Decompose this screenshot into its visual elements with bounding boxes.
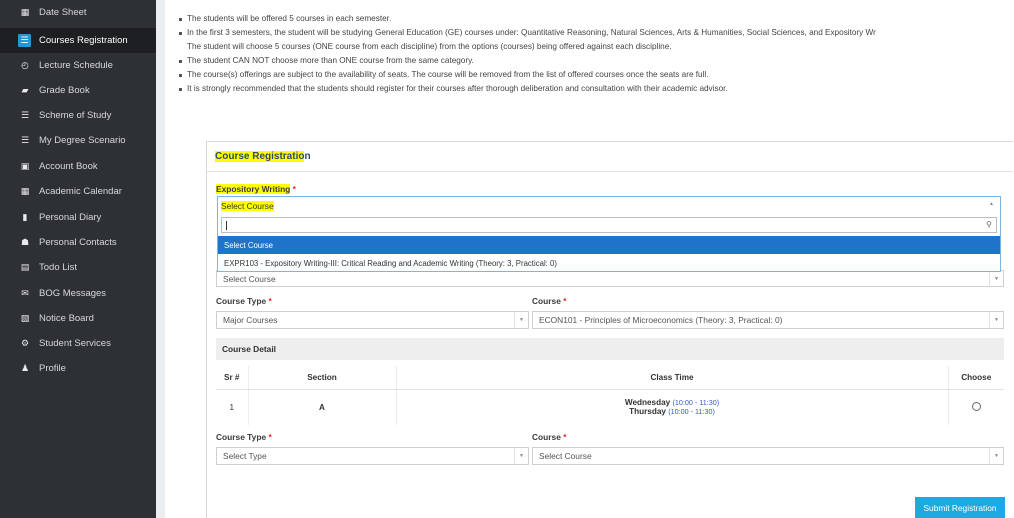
class-time-cell: Wednesday (10:00 - 11:30) Thursday (10:0… (396, 389, 949, 425)
sidebar-item-label: Account Book (39, 161, 98, 172)
chevron-down-icon: ▼ (989, 271, 1003, 287)
dropdown-search-input[interactable]: ⚲ (221, 217, 997, 233)
sidebar-item-lecture-schedule[interactable]: ◴ Lecture Schedule (0, 53, 156, 78)
sidebar-item-label: Date Sheet (39, 7, 87, 18)
calendar-icon: ▦ (20, 186, 30, 196)
sidebar-item-personal-contacts[interactable]: ☗ Personal Contacts (0, 230, 156, 255)
list-icon: ☰ (20, 110, 30, 120)
sidebar-item-courses-registration[interactable]: ☰ Courses Registration (0, 28, 156, 53)
sidebar-item-label: Scheme of Study (39, 110, 112, 121)
course-select[interactable]: ECON101 - Principles of Microeconomics (… (532, 311, 1004, 329)
course-type-select[interactable]: Select Type ▼ (216, 447, 529, 465)
sidebar-item-scheme-of-study[interactable]: ☰ Scheme of Study (0, 103, 156, 128)
note-item: The student will choose 5 courses (ONE c… (187, 42, 672, 51)
clock-icon: ◴ (21, 60, 29, 70)
sidebar-item-label: Todo List (39, 262, 78, 273)
sidebar-item-personal-diary[interactable]: ▮ Personal Diary (0, 205, 156, 230)
sidebar-item-label: Grade Book (39, 85, 90, 96)
sidebar-item-student-services[interactable]: ⚙ Student Services (0, 331, 156, 356)
sidebar-item-notice-board[interactable]: ▧ Notice Board (0, 306, 156, 331)
expository-course-dropdown: ⚲ Select Course EXPR103 - Expository Wri… (217, 214, 1001, 272)
registration-notes: The students will be offered 5 courses i… (178, 12, 1014, 96)
column-header: Section (248, 366, 397, 390)
list-icon: ☰ (20, 135, 30, 145)
course-select-hidden[interactable]: Select Course ▼ (216, 270, 1004, 287)
envelope-icon: ✉ (21, 288, 29, 298)
search-icon: ⚲ (986, 220, 992, 229)
choose-section-radio[interactable] (971, 401, 981, 411)
sidebar-item-account-book[interactable]: ▣ Account Book (0, 154, 156, 179)
course-type-label: Course Type * (216, 296, 272, 306)
money-icon: ▣ (20, 161, 30, 171)
sidebar-item-label: Profile (39, 363, 66, 374)
sidebar-item-date-sheet[interactable]: ▦ Date Sheet (0, 0, 156, 25)
course-detail-heading: Course Detail (216, 338, 1004, 360)
course-select[interactable]: Select Course ▼ (532, 447, 1004, 465)
table-row: 1 A Wednesday (10:00 - 11:30) Thursday (… (216, 389, 1004, 425)
required-mark: * (292, 184, 296, 194)
column-header: Class Time (396, 366, 949, 390)
note-item: The course(s) offerings are subject to t… (178, 68, 1014, 82)
sidebar-item-label: Notice Board (39, 313, 94, 324)
choose-cell (948, 389, 1004, 425)
note-item: It is strongly recommended that the stud… (178, 82, 1014, 96)
chevron-down-icon: ▼ (989, 448, 1003, 464)
sidebar-item-academic-calendar[interactable]: ▦ Academic Calendar (0, 179, 156, 204)
column-header: Sr # (216, 366, 249, 390)
sidebar-gutter (156, 0, 165, 518)
course-detail-table: Sr # Section Class Time Choose 1 A Wedne… (216, 366, 1004, 425)
note-item: The student CAN NOT choose more than ONE… (178, 54, 1014, 68)
column-header: Choose (948, 366, 1004, 390)
sidebar-item-label: Lecture Schedule (39, 60, 113, 71)
course-type-select[interactable]: Major Courses ▼ (216, 311, 529, 329)
sidebar-item-label: Courses Registration (39, 35, 128, 46)
sidebar-item-todo-list[interactable]: ▤ Todo List (0, 255, 156, 280)
chevron-down-icon: ▼ (989, 312, 1003, 328)
sidebar-item-label: Student Services (39, 338, 111, 349)
chevron-down-icon: ▼ (514, 312, 528, 328)
dropdown-option[interactable]: Select Course (218, 236, 1000, 254)
course-type-label: Course Type * (216, 432, 272, 442)
course-label: Course * (532, 432, 567, 442)
text-cursor (226, 221, 227, 230)
sidebar-item-bog-messages[interactable]: ✉ BOG Messages (0, 281, 156, 306)
sidebar-item-label: Personal Contacts (39, 237, 117, 248)
note-item: The students will be offered 5 courses i… (178, 12, 1014, 26)
table-header-row: Sr # Section Class Time Choose (216, 366, 1004, 390)
book-icon: ▰ (21, 85, 29, 95)
note-item: In the first 3 semesters, the student wi… (178, 26, 1014, 40)
panel-title: Course Registratio n (207, 142, 1013, 172)
sidebar-item-label: My Degree Scenario (39, 135, 126, 146)
chevron-down-icon: ▼ (514, 448, 528, 464)
sidebar-item-grade-book[interactable]: ▰ Grade Book (0, 78, 156, 103)
course-label: Course * (532, 296, 567, 306)
list-icon: ▤ (20, 262, 30, 272)
expository-course-select[interactable]: Select Course ▲ (217, 196, 1001, 215)
sidebar-item-my-degree-scenario[interactable]: ☰ My Degree Scenario (0, 128, 156, 153)
calendar-icon: ▦ (20, 7, 30, 17)
user-icon: ♟ (20, 363, 30, 373)
expository-writing-label: Expository Writing * (216, 184, 296, 194)
dropdown-option[interactable]: EXPR103 - Expository Writing-III: Critic… (218, 254, 1000, 272)
diary-icon: ▮ (22, 212, 28, 222)
gears-icon: ⚙ (20, 338, 30, 348)
sidebar-item-label: Personal Diary (39, 212, 102, 223)
list-icon: ☰ (18, 34, 31, 47)
chevron-up-icon: ▲ (989, 201, 994, 207)
section-cell: A (248, 389, 397, 425)
users-icon: ☗ (20, 237, 30, 247)
sidebar-item-label: Academic Calendar (39, 186, 122, 197)
submit-registration-button[interactable]: Submit Registration (915, 497, 1005, 518)
board-icon: ▧ (20, 313, 30, 323)
sr-cell: 1 (216, 389, 249, 425)
sidebar: ▦ Date Sheet ☰ Courses Registration ◴ Le… (0, 0, 156, 518)
sidebar-item-label: BOG Messages (39, 288, 107, 299)
sidebar-item-profile[interactable]: ♟ Profile (0, 356, 156, 381)
